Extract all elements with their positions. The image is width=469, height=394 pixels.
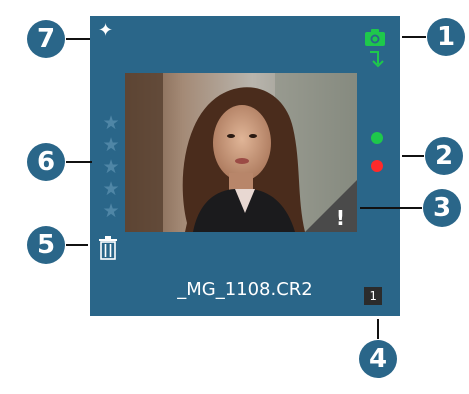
callout-2: 2 xyxy=(425,137,463,175)
callout-4: 4 xyxy=(359,340,397,378)
red-flag-indicator[interactable] xyxy=(371,160,383,172)
star-icon[interactable]: ★ xyxy=(102,134,120,156)
callout-3: 3 xyxy=(423,189,461,227)
photo-preview[interactable]: ! xyxy=(125,73,357,232)
leader-line-2 xyxy=(402,155,424,157)
leader-line-5 xyxy=(66,244,88,246)
callout-7: 7 xyxy=(27,20,65,58)
green-flag-indicator[interactable] xyxy=(371,132,383,144)
leader-line-6 xyxy=(66,161,92,163)
star-icon[interactable]: ★ xyxy=(102,200,120,222)
star-rating[interactable]: ★ ★ ★ ★ ★ xyxy=(102,112,120,222)
file-name: _MG_1108.CR2 xyxy=(177,279,313,300)
callout-1: 1 xyxy=(427,18,465,56)
star-icon[interactable]: ★ xyxy=(102,156,120,178)
leader-line-7 xyxy=(66,38,90,40)
star-icon[interactable]: ★ xyxy=(102,112,120,134)
leader-line-3 xyxy=(360,207,422,209)
callout-6: 6 xyxy=(27,143,65,181)
camera-icon xyxy=(364,27,386,51)
warning-icon: ! xyxy=(335,206,345,230)
copy-count-badge: 1 xyxy=(364,287,382,305)
photo-thumbnail-card[interactable]: ✦ ! ★ ★ ★ ★ ★ _MG_1108.CR2 1 xyxy=(90,16,400,316)
star-icon[interactable]: ★ xyxy=(102,178,120,200)
import-arrow-icon xyxy=(368,50,386,72)
leader-line-4 xyxy=(377,319,379,339)
sparkle-icon: ✦ xyxy=(98,20,114,41)
leader-line-1 xyxy=(402,36,426,38)
trash-icon[interactable] xyxy=(98,236,118,264)
callout-5: 5 xyxy=(27,226,65,264)
warning-corner xyxy=(305,180,357,232)
